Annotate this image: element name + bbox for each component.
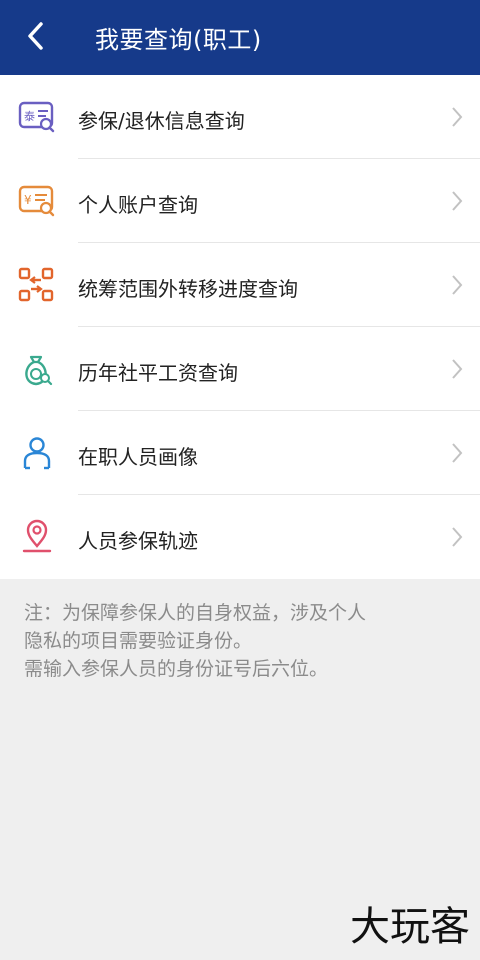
menu-item-employee-profile[interactable]: 在职人员画像 xyxy=(0,411,480,495)
back-button[interactable] xyxy=(18,18,54,54)
menu-item-average-wage[interactable]: 历年社平工资查询 xyxy=(0,327,480,411)
location-pin-icon xyxy=(22,519,52,553)
watermark: 大玩客 xyxy=(350,904,470,950)
chevron-right-icon xyxy=(452,527,463,547)
page-title: 我要查询(职工) xyxy=(95,26,262,54)
menu-item-label: 统筹范围外转移进度查询 xyxy=(78,277,298,301)
chevron-right-icon xyxy=(452,275,463,295)
yuan-account-search-icon: ¥ xyxy=(18,185,55,217)
chevron-right-icon xyxy=(452,359,463,379)
transfer-arrows-icon xyxy=(18,267,54,302)
menu-item-label: 在职人员画像 xyxy=(78,445,198,469)
note-line: 隐私的项目需要验证身份。 xyxy=(24,630,253,652)
menu-item-insurance-track[interactable]: 人员参保轨迹 xyxy=(0,495,480,579)
menu-item-label: 历年社平工资查询 xyxy=(78,361,238,385)
chevron-right-icon xyxy=(452,107,463,127)
chevron-right-icon xyxy=(452,191,463,211)
menu-item-transfer-progress[interactable]: 统筹范围外转移进度查询 xyxy=(0,243,480,327)
menu-item-label: 个人账户查询 xyxy=(78,193,198,217)
menu-item-label: 参保/退休信息查询 xyxy=(78,109,245,133)
person-icon xyxy=(23,437,51,470)
app-header: 我要查询(职工) xyxy=(0,0,480,75)
chevron-right-icon xyxy=(452,443,463,463)
note-line: 注：为保障参保人的自身权益，涉及个人 xyxy=(24,602,367,624)
menu-item-insured-retirement-info[interactable]: 泰 参保/退休信息查询 xyxy=(0,75,480,159)
menu-item-label: 人员参保轨迹 xyxy=(78,529,198,553)
svg-text:¥: ¥ xyxy=(24,193,32,207)
id-card-search-icon: 泰 xyxy=(18,101,55,133)
query-menu-list: 泰 参保/退休信息查询 ¥ 个人账户查询 统筹范围外转移进度查询 历年社平工资查… xyxy=(0,75,480,579)
chevron-left-icon xyxy=(28,22,43,50)
svg-text:泰: 泰 xyxy=(24,109,35,123)
note-line: 需输入参保人员的身份证号后六位。 xyxy=(24,658,329,680)
privacy-note: 注：为保障参保人的自身权益，涉及个人 隐私的项目需要验证身份。 需输入参保人员的… xyxy=(0,579,480,683)
money-bag-icon xyxy=(25,355,53,386)
menu-item-personal-account[interactable]: ¥ 个人账户查询 xyxy=(0,159,480,243)
